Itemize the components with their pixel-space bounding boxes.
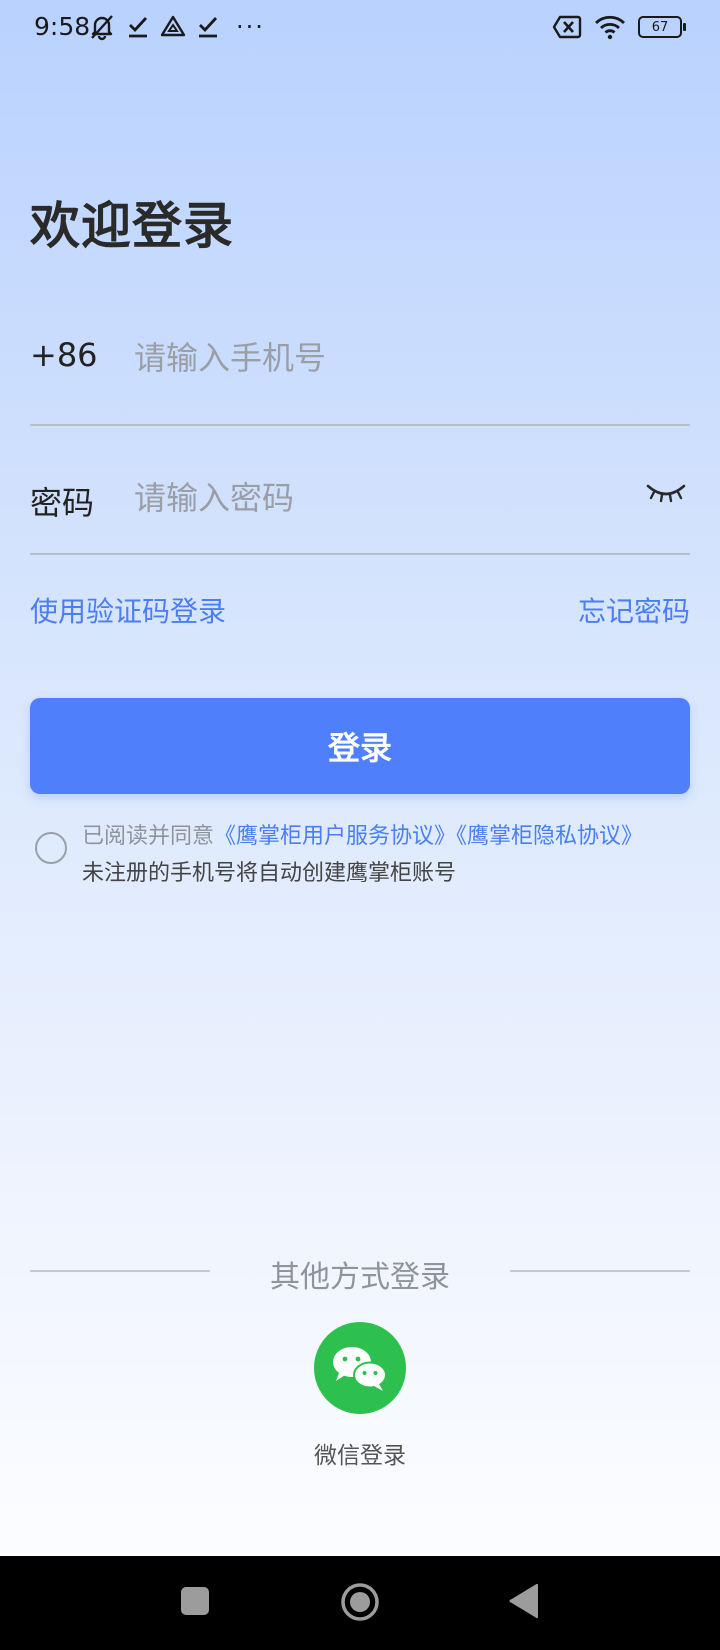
agreement-text: 已阅读并同意《鹰掌柜用户服务协议》《鹰掌柜隐私协议》 — [82, 818, 643, 850]
agreement-note: 未注册的手机号将自动创建鹰掌柜账号 — [82, 861, 457, 886]
battery-level: 67 — [651, 19, 669, 35]
status-icons-right: 67 — [552, 12, 686, 42]
phone-input[interactable] — [134, 328, 614, 388]
wechat-login-button[interactable] — [314, 1322, 406, 1414]
status-icons-left: ··· — [88, 12, 265, 42]
check-icon — [129, 17, 148, 38]
password-divider — [30, 553, 690, 555]
phone-divider — [30, 424, 690, 426]
wechat-login-label: 微信登录 — [314, 1443, 406, 1469]
back-icon[interactable] — [508, 1582, 540, 1620]
navigation-bar — [0, 1556, 720, 1650]
mute-bell-icon — [91, 15, 113, 41]
user-agreement-link[interactable]: 《鹰掌柜用户服务协议》 — [214, 824, 456, 849]
privacy-agreement-link[interactable]: 《鹰掌柜隐私协议》 — [456, 824, 643, 849]
phone-prefix[interactable]: +86 — [30, 336, 98, 374]
wifi-icon — [595, 15, 625, 40]
login-button[interactable]: 登录 — [30, 698, 690, 794]
wechat-icon — [333, 1347, 387, 1391]
home-icon[interactable] — [340, 1582, 380, 1622]
agreement-checkbox[interactable] — [35, 832, 67, 864]
page-title: 欢迎登录 — [30, 197, 234, 255]
sim-off-icon — [552, 15, 582, 39]
drive-icon — [160, 15, 186, 37]
battery-icon: 67 — [638, 16, 686, 38]
other-login-title: 其他方式登录 — [270, 1260, 450, 1295]
password-label: 密码 — [30, 484, 95, 522]
status-time: 9:58 — [34, 12, 91, 41]
agreement-prefix: 已阅读并同意 — [82, 824, 215, 849]
password-input[interactable] — [134, 468, 614, 528]
recent-apps-icon[interactable] — [181, 1587, 209, 1615]
forgot-password-link[interactable]: 忘记密码 — [578, 590, 690, 630]
status-bar: 9:58 ··· 67 — [0, 0, 720, 54]
more-dots-icon: ··· — [236, 13, 265, 41]
eye-closed-icon[interactable] — [644, 478, 688, 508]
check-icon — [199, 17, 218, 38]
sms-login-link[interactable]: 使用验证码登录 — [30, 590, 226, 630]
